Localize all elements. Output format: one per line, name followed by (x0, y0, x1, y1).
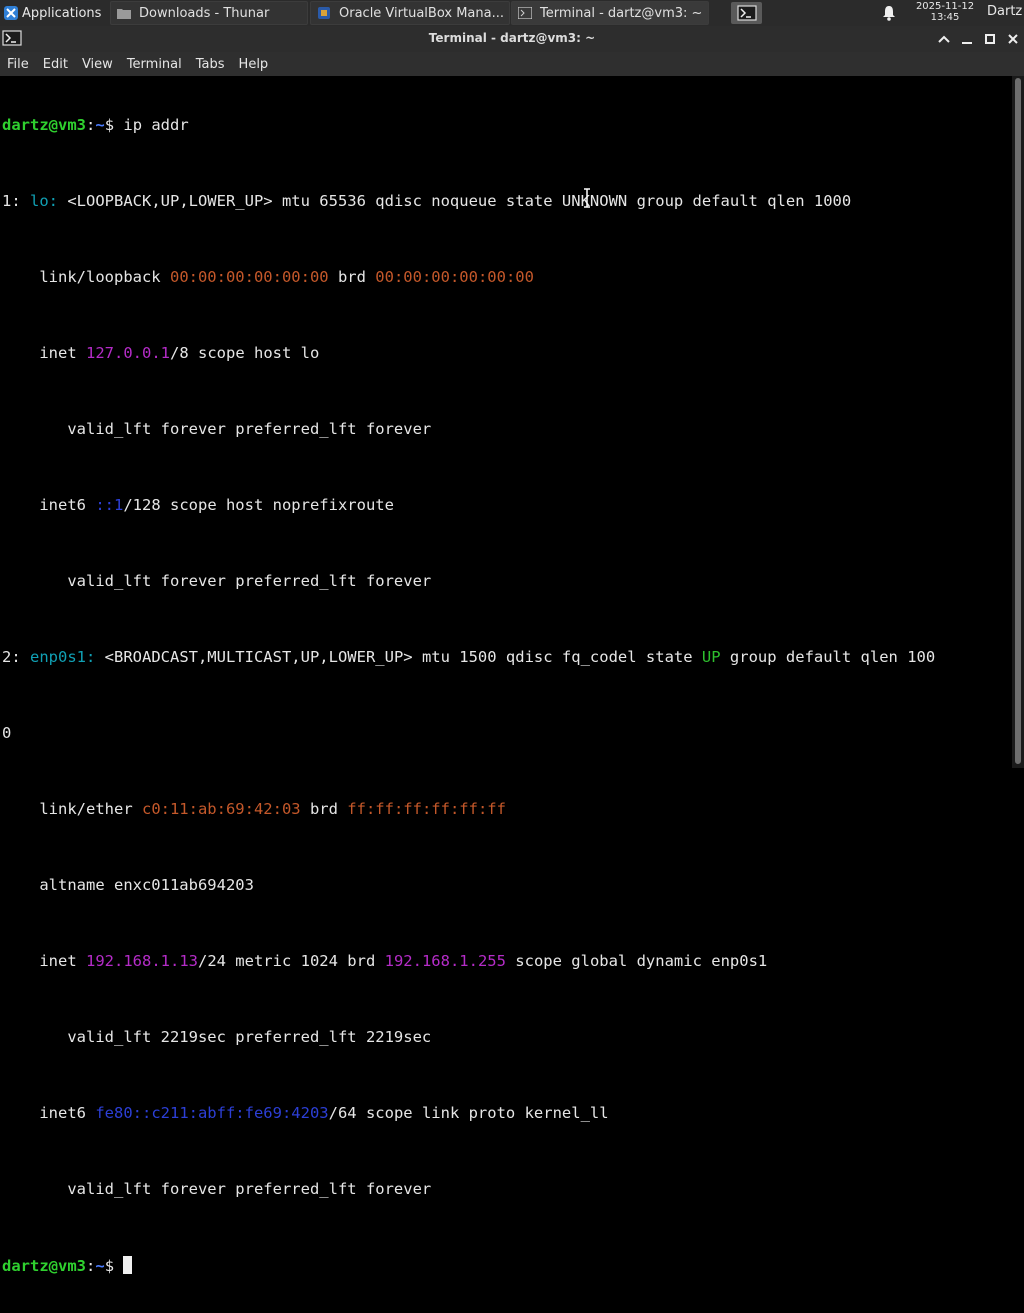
output-line: inet6 fe80::c211:abff:fe69:4203/64 scope… (2, 1104, 935, 1123)
prompt-line: dartz@vm3:~$ (2, 1256, 935, 1275)
output-line: inet 192.168.1.13/24 metric 1024 brd 192… (2, 952, 935, 971)
mac-address: ff:ff:ff:ff:ff:ff (347, 800, 506, 818)
text: inet (2, 344, 86, 362)
output-line: altname enxc011ab694203 (2, 876, 254, 894)
ipv6-address: ::1 (95, 496, 124, 514)
state-up: UP (701, 648, 721, 666)
close-button[interactable] (1004, 30, 1022, 48)
user-menu[interactable]: Dartz (987, 4, 1022, 19)
task-thunar[interactable]: Downloads - Thunar (110, 1, 308, 25)
terminal-output[interactable]: dartz@vm3:~$ ip addr 1: lo: <LOOPBACK,UP… (0, 76, 1012, 1275)
terminal-icon (736, 5, 757, 21)
mac-address: 00:00:00:00:00:00 (169, 268, 329, 286)
text: link/ether (2, 800, 142, 818)
virtualbox-icon (318, 7, 330, 19)
chevron-up-icon (938, 35, 950, 43)
prompt-path: ~ (95, 1257, 105, 1275)
prompt-user: dartz@vm3 (2, 1257, 86, 1275)
text: 1: (2, 192, 30, 210)
text: <BROADCAST,MULTICAST,UP,LOWER_UP> mtu 15… (95, 648, 702, 666)
output-line: 1: lo: <LOOPBACK,UP,LOWER_UP> mtu 65536 … (2, 192, 935, 211)
text: scope global dynamic enp0s1 (505, 952, 768, 970)
text: /128 scope host noprefixroute (123, 496, 394, 514)
text: inet6 (2, 496, 96, 514)
scrollbar[interactable] (1012, 76, 1024, 768)
terminal-icon (518, 7, 532, 19)
clock-time: 13:45 (930, 12, 960, 23)
command-text: ip addr (123, 116, 189, 134)
prompt-sep: : (86, 116, 96, 134)
menu-view[interactable]: View (75, 57, 120, 72)
text: /64 scope link proto kernel_ll (328, 1104, 609, 1122)
terminal-launcher[interactable] (731, 2, 762, 24)
ipv6-address: fe80::c211:abff:fe69:4203 (95, 1104, 329, 1122)
broadcast-address: 192.168.1.255 (384, 952, 506, 970)
output-line: 0 (2, 724, 12, 742)
output-line: 2: enp0s1: <BROADCAST,MULTICAST,UP,LOWER… (2, 648, 935, 667)
task-virtualbox[interactable]: Oracle VirtualBox Mana... (310, 1, 510, 25)
output-line: valid_lft 2219sec preferred_lft 2219sec (2, 1028, 432, 1046)
text: brd (328, 268, 376, 286)
output-line: inet6 ::1/128 scope host noprefixroute (2, 496, 935, 515)
text: link/loopback (2, 268, 170, 286)
menu-tabs[interactable]: Tabs (189, 57, 232, 72)
text: inet (2, 952, 86, 970)
minimize-icon (962, 42, 972, 44)
minimize-button[interactable] (958, 30, 976, 48)
mac-address: 00:00:00:00:00:00 (375, 268, 534, 286)
notification-bell-icon[interactable] (882, 5, 896, 21)
output-line: valid_lft forever preferred_lft forever (2, 572, 432, 590)
folder-icon (117, 9, 131, 19)
task-terminal[interactable]: Terminal - dartz@vm3: ~ (511, 1, 709, 25)
text: /24 metric 1024 brd (197, 952, 385, 970)
task-label: Downloads - Thunar (139, 5, 270, 21)
output-line: valid_lft forever preferred_lft forever (2, 1180, 432, 1198)
clock[interactable]: 2025-11-12 13:45 (908, 1, 982, 23)
mac-address: c0:11:ab:69:42:03 (141, 800, 301, 818)
interface-name: enp0s1: (30, 648, 96, 666)
prompt-end: $ (104, 1257, 124, 1275)
task-label: Terminal - dartz@vm3: ~ (540, 5, 703, 21)
output-line: link/ether c0:11:ab:69:42:03 brd ff:ff:f… (2, 800, 935, 819)
menu-help[interactable]: Help (232, 57, 276, 72)
clock-date: 2025-11-12 (915, 1, 975, 12)
menu-terminal[interactable]: Terminal (120, 57, 189, 72)
output-line: inet 127.0.0.1/8 scope host lo (2, 344, 935, 363)
interface-name: lo: (30, 192, 58, 210)
prompt-line: dartz@vm3:~$ ip addr (2, 116, 935, 135)
prompt-end: $ (104, 116, 124, 134)
mouse-ibeam-cursor-icon (584, 188, 590, 208)
text: 2: (2, 648, 30, 666)
maximize-icon (985, 34, 995, 44)
prompt-path: ~ (95, 116, 105, 134)
text: <LOOPBACK,UP,LOWER_UP> mtu 65536 qdisc n… (58, 192, 852, 210)
ip-address: 127.0.0.1 (86, 344, 170, 362)
maximize-up-button[interactable] (935, 30, 953, 48)
top-panel: Applications Downloads - Thunar Oracle V… (0, 0, 1024, 26)
menu-file[interactable]: File (0, 57, 36, 72)
text: inet6 (2, 1104, 96, 1122)
menu-bar: File Edit View Terminal Tabs Help (0, 52, 1024, 76)
applications-menu[interactable]: Applications (0, 0, 110, 26)
maximize-button[interactable] (981, 30, 999, 48)
text-cursor (123, 1256, 133, 1274)
ip-address: 192.168.1.13 (86, 952, 198, 970)
applications-icon (4, 6, 18, 20)
prompt-sep: : (86, 1257, 96, 1275)
output-line: link/loopback 00:00:00:00:00:00 brd 00:0… (2, 268, 935, 287)
close-icon (1008, 34, 1018, 44)
task-label: Oracle VirtualBox Mana... (339, 5, 504, 21)
text: /8 scope host lo (170, 344, 320, 362)
scrollbar-thumb[interactable] (1015, 78, 1021, 764)
output-line: valid_lft forever preferred_lft forever (2, 420, 432, 438)
window-title: Terminal - dartz@vm3: ~ (428, 31, 596, 45)
text: group default qlen 100 (720, 648, 936, 666)
prompt-user: dartz@vm3 (2, 116, 86, 134)
text: brd (300, 800, 348, 818)
menu-edit[interactable]: Edit (36, 57, 75, 72)
window-titlebar[interactable]: Terminal - dartz@vm3: ~ (0, 26, 1024, 52)
applications-label: Applications (22, 5, 102, 21)
